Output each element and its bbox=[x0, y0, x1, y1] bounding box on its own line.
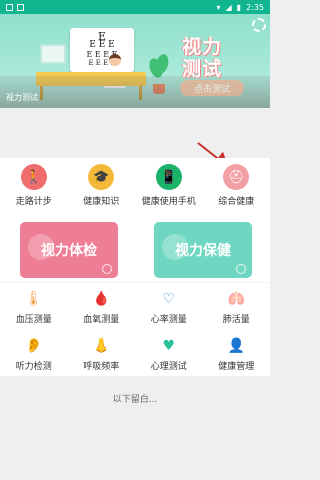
cross-deco-icon bbox=[162, 234, 188, 260]
grid-item-hearing[interactable]: 👂 听力检测 bbox=[0, 330, 68, 377]
eye-icon bbox=[236, 264, 246, 274]
grid-item-label: 呼吸频率 bbox=[83, 361, 120, 372]
battery-icon: ▮ bbox=[236, 2, 242, 12]
health-kit-icon: ⛑ bbox=[223, 164, 250, 190]
feature-walking[interactable]: 🚶 走路计步 bbox=[0, 158, 68, 214]
eye-deco-icon bbox=[28, 234, 54, 260]
graduation-cap-icon: 🎓 bbox=[88, 164, 115, 190]
feature-label: 走路计步 bbox=[15, 197, 52, 207]
grid-item-blood-pressure[interactable]: 🌡 血压测量 bbox=[0, 283, 68, 330]
feature-phone-usage[interactable]: 📱 健康使用手机 bbox=[135, 158, 203, 214]
start-test-button[interactable]: 点击测试 bbox=[180, 80, 244, 96]
walking-person-icon: 🚶 bbox=[20, 164, 47, 190]
grid-item-label: 心理测试 bbox=[150, 361, 187, 372]
status-time: 2:35 bbox=[246, 2, 264, 12]
gear-icon[interactable] bbox=[252, 18, 266, 32]
grid-item-label: 肺活量 bbox=[222, 314, 250, 325]
card-row: 视力体检 视力保健 bbox=[0, 214, 270, 282]
grid-item-label: 心率测量 bbox=[150, 314, 187, 325]
phone-icon: 📱 bbox=[155, 164, 182, 190]
vision-care-card[interactable]: 视力保健 bbox=[154, 222, 252, 278]
user-gear-icon: 👤 bbox=[227, 337, 245, 354]
notification-icon bbox=[17, 3, 24, 11]
feature-label: 健康使用手机 bbox=[141, 197, 196, 207]
lungs-icon: 🫁 bbox=[227, 290, 245, 307]
notification-icon bbox=[6, 3, 13, 11]
vision-exam-card[interactable]: 视力体检 bbox=[20, 222, 118, 278]
feature-comprehensive-health[interactable]: ⛑ 综合健康 bbox=[203, 158, 271, 214]
status-bar: ▾ ◢ ▮ 2:35 bbox=[0, 0, 270, 14]
footer-note: 以下留白... bbox=[112, 395, 158, 405]
grid-item-heart-rate[interactable]: ♡ 心率测量 bbox=[135, 283, 203, 330]
banner-title: 视力 测试 bbox=[182, 36, 248, 80]
grid-item-psych-test[interactable]: ♥ 心理测试 bbox=[135, 330, 203, 377]
eye-icon bbox=[102, 264, 112, 274]
grid-item-lung-capacity[interactable]: 🫁 肺活量 bbox=[203, 283, 271, 330]
vision-test-banner[interactable]: E E E E E E E E E E E E 视力 测试 点击测试 视力测试 bbox=[0, 14, 270, 108]
heart-rate-icon: ♡ bbox=[162, 290, 176, 307]
grid-item-label: 听力检测 bbox=[15, 361, 52, 372]
grid-item-blood-oxygen[interactable]: 🩸 血氧测量 bbox=[68, 283, 136, 330]
wifi-icon: ▾ bbox=[216, 2, 221, 12]
grid-item-health-management[interactable]: 👤 健康管理 bbox=[203, 330, 271, 377]
blood-drop-icon: 🩸 bbox=[92, 290, 110, 307]
ear-icon: 👂 bbox=[25, 337, 43, 354]
grid-item-label: 血压测量 bbox=[15, 314, 52, 325]
banner-title-line: 测试 bbox=[182, 58, 223, 80]
heart-circle-icon: ♥ bbox=[162, 337, 176, 354]
nose-icon: 👃 bbox=[92, 337, 110, 354]
feature-health-knowledge[interactable]: 🎓 健康知识 bbox=[68, 158, 136, 214]
eye-chart-row: E E E bbox=[89, 40, 115, 50]
signal-icon: ◢ bbox=[225, 2, 232, 12]
grid-item-label: 血氧测量 bbox=[83, 314, 120, 325]
tools-grid: 🌡 血压测量 🩸 血氧测量 ♡ 心率测量 🫁 肺活量 👂 听力检测 👃 呼吸频率… bbox=[0, 282, 270, 376]
feature-row: 🚶 走路计步 🎓 健康知识 📱 健康使用手机 ⛑ 综合健康 bbox=[0, 158, 270, 214]
thermometer-icon: 🌡 bbox=[24, 290, 43, 307]
feature-label: 综合健康 bbox=[218, 197, 255, 207]
banner-label: 视力测试 bbox=[6, 93, 38, 102]
monitor-illustration bbox=[40, 44, 66, 64]
feature-label: 健康知识 bbox=[83, 197, 120, 207]
banner-title-line: 视力 bbox=[182, 36, 223, 58]
grid-item-label: 健康管理 bbox=[218, 361, 255, 372]
grid-item-breathing-rate[interactable]: 👃 呼吸频率 bbox=[68, 330, 136, 377]
